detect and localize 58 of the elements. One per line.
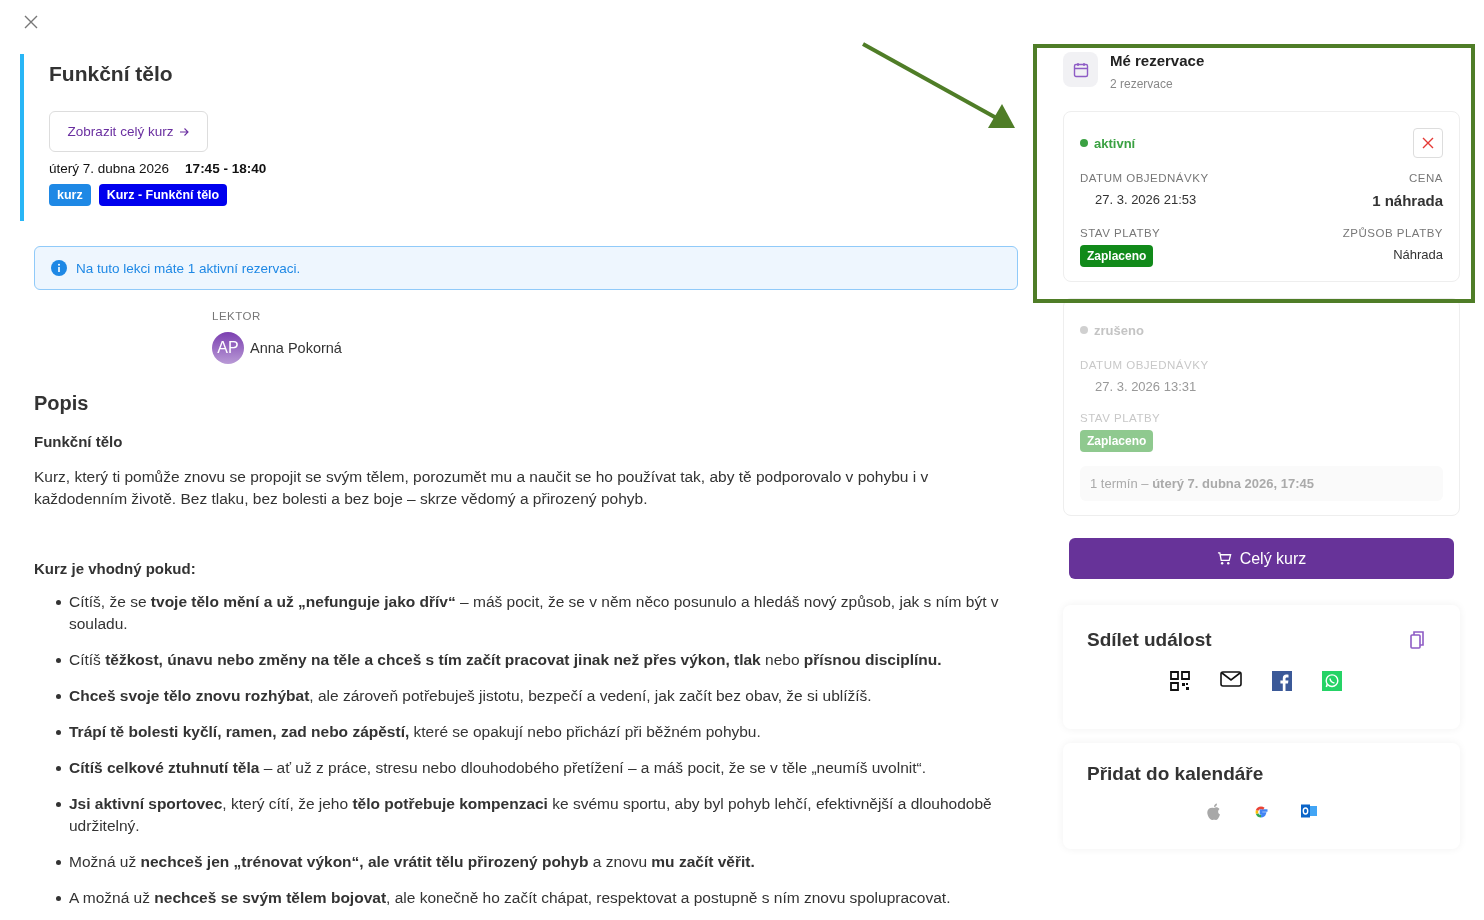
list-item-text: Trápí tě bolesti kyčlí, ramen, zad nebo zápěstí, které se opakují nebo přichází při běžném pohybu.	[69, 722, 761, 742]
list-heading: Kurz je vhodný pokud:	[34, 560, 197, 577]
list-item-text: A možná už nechceš se svým tělem bojovat, ale konečně ho začít chápat, respektovat a postupně s ním znovu spolupracovat.	[69, 888, 951, 908]
field-label: CENA	[1409, 172, 1443, 184]
price: 1 náhrada	[1372, 192, 1443, 209]
course-link-button[interactable]: Zobrazit celý kurz	[49, 111, 208, 152]
cancel-button[interactable]	[1413, 128, 1443, 158]
panel-title: Sdílet událost	[1087, 629, 1212, 651]
field-label: DATUM OBJEDNÁVKY	[1080, 172, 1209, 184]
section-heading: Popis	[34, 392, 90, 415]
list-item-text: Chceš svoje tělo znovu rozhýbat, ale zároveň potřebuješ jistotu, bezpečí a vedení, jak začít bez obav, že si ublížíš.	[69, 686, 872, 706]
term-note: 1 termín – úterý 7. dubna 2026, 17:45	[1080, 466, 1443, 501]
buy-course-button[interactable]: Celý kurz	[1069, 538, 1454, 579]
calendar-icon	[1063, 52, 1098, 87]
reservations-count: 2 rezervace	[1110, 77, 1174, 91]
list-item-text: Cítíš, že se tvoje tělo mění a už „nefunguje jako dřív“ – máš pocit, že se v něm něco posunulo a hledáš nový způsob, jak s ním být v souladu.	[69, 592, 1000, 634]
field-label: STAV PLATBY	[1080, 227, 1161, 239]
bullet-dot	[56, 694, 61, 699]
order-date: 27. 3. 2026 13:31	[1094, 379, 1197, 394]
reservations-title: Mé rezervace	[1110, 52, 1205, 69]
list-item-text: Jsi aktivní sportovec, který cítí, že jeho tělo potřebuje kompenzaci ke svému sportu, aby byl pohyb lehčí, efektivnější a dlouhodobě udržitelný.	[69, 794, 993, 836]
list-item-text: Cítíš těžkost, únavu nebo změny na těle a chceš s tím začít pracovat jinak než přes výkon, tlak nebo přísnou disciplínu.	[69, 650, 942, 670]
field-label: ZPŮSOB PLATBY	[1342, 227, 1443, 239]
description-paragraph: Kurz, který ti pomůže znovu se propojit se svým tělem, porozumět mu a naučit se ho používat tak, aby tě podporovalo v pohybu i v každodenním životě. Bez tlaku, bez bolesti a bez boje – skrze vědomý a přirozený pohyb.	[34, 467, 930, 509]
description-subheading: Funkční tělo	[34, 433, 124, 450]
bullet-dot	[56, 730, 61, 735]
facebook-icon[interactable]	[1271, 671, 1292, 691]
arrow-icon	[179, 126, 190, 137]
close-icon	[1422, 137, 1434, 149]
bullet-dot	[56, 766, 61, 771]
event-time: 17:45 - 18:40	[185, 161, 267, 176]
category-tag: Kurz - Funkční tělo	[98, 184, 228, 206]
bullet-dot	[56, 600, 61, 605]
list-item-text: Možná už nechceš jen „trénovat výkon“, ale vrátit tělu přirozený pohyb a znovu mu začít věřit.	[69, 852, 755, 872]
reservation-status: aktivní	[1080, 135, 1136, 151]
cart-icon	[1216, 551, 1232, 566]
lecturer-name: Anna Pokorná	[250, 340, 342, 356]
list-item-text: Cítíš celkové ztuhnutí těla – ať už z práce, stresu nebo dlouhodobého přetížení – a máš pocit, že se v těle „neumíš uvolnit“.	[69, 758, 927, 778]
event-date: úterý 7. dubna 2026	[49, 161, 170, 176]
qr-code-icon[interactable]	[1169, 671, 1190, 691]
bullet-dot	[56, 658, 61, 663]
bullet-dot	[56, 802, 61, 807]
event-title: Funkční tělo	[49, 62, 174, 86]
reservation-status: zrušeno	[1080, 322, 1144, 338]
notice-text: Na tuto lekci máte 1 aktivní rezervaci.	[76, 260, 301, 276]
category-tag: kurz	[49, 184, 91, 206]
bullet-dot	[56, 860, 61, 865]
bullet-dot	[56, 896, 61, 901]
order-date: 27. 3. 2026 21:53	[1094, 192, 1197, 207]
apple-icon[interactable]	[1205, 803, 1222, 822]
payment-status-badge: Zaplaceno	[1080, 430, 1154, 452]
avatar: AP	[212, 332, 244, 364]
panel-title: Přidat do kalendáře	[1087, 763, 1265, 785]
payment-status-badge: Zaplaceno	[1080, 245, 1154, 267]
section-label: LEKTOR	[212, 310, 262, 322]
copy-icon[interactable]	[1410, 631, 1424, 649]
payment-method: Náhrada	[1393, 247, 1443, 262]
info-icon	[51, 260, 67, 276]
